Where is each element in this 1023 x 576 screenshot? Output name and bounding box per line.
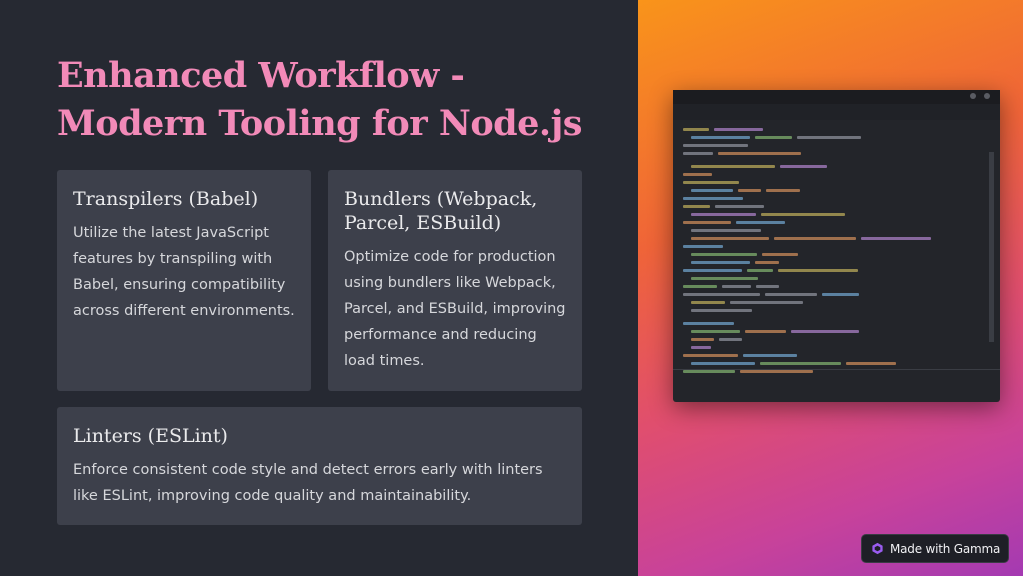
code-line — [683, 173, 712, 176]
code-line — [683, 293, 760, 296]
card-body: Utilize the latest JavaScript features b… — [73, 225, 295, 319]
code-line — [691, 189, 733, 192]
code-line — [756, 285, 779, 288]
code-line — [822, 293, 859, 296]
code-line — [738, 189, 761, 192]
code-line — [766, 189, 800, 192]
editor-divider — [673, 369, 1000, 370]
code-line — [755, 136, 792, 139]
code-line — [730, 301, 803, 304]
code-line — [691, 277, 758, 280]
code-line — [736, 221, 785, 224]
code-line — [683, 354, 738, 357]
code-line — [765, 293, 817, 296]
code-line — [755, 261, 779, 264]
card-linters: Linters (ESLint) Enforce consistent code… — [57, 407, 582, 525]
code-line — [797, 136, 861, 139]
card-heading: Bundlers (Webpack, Parcel, ESBuild) — [344, 188, 538, 234]
code-line — [691, 261, 750, 264]
code-line — [691, 237, 769, 240]
editor-scrollbar — [989, 152, 994, 342]
code-line — [743, 354, 797, 357]
code-line — [778, 269, 858, 272]
code-line — [740, 370, 813, 373]
made-with-gamma-badge[interactable]: Made with Gamma — [861, 534, 1009, 563]
code-line — [683, 285, 717, 288]
code-line — [691, 213, 756, 216]
code-line — [715, 205, 764, 208]
code-line — [780, 165, 827, 168]
code-line — [774, 237, 856, 240]
code-line — [761, 213, 845, 216]
code-line — [683, 128, 709, 131]
editor-tabs — [673, 104, 1000, 120]
code-line — [683, 245, 723, 248]
slide-title: Enhanced Workflow - Modern Tooling for N… — [57, 55, 582, 144]
card-body: Enforce consistent code style and detect… — [73, 462, 543, 504]
code-line — [691, 136, 750, 139]
slide: Enhanced Workflow - Modern Tooling for N… — [0, 0, 1023, 576]
editor-titlebar — [673, 90, 1000, 104]
code-line — [691, 229, 761, 232]
code-line — [747, 269, 773, 272]
code-line — [683, 181, 739, 184]
code-line — [691, 346, 711, 349]
content-panel: Enhanced Workflow - Modern Tooling for N… — [0, 0, 638, 576]
code-line — [683, 221, 731, 224]
code-line — [683, 322, 734, 325]
code-line — [762, 253, 798, 256]
code-line — [691, 301, 725, 304]
code-line — [846, 362, 896, 365]
card-transpilers: Transpilers (Babel) Utilize the latest J… — [57, 170, 311, 391]
badge-label: Made with Gamma — [890, 541, 1001, 556]
gamma-logo-icon — [872, 542, 883, 555]
code-line — [683, 197, 743, 200]
code-line — [683, 144, 748, 147]
code-line — [683, 205, 710, 208]
code-editor-image — [673, 90, 1000, 402]
code-line — [718, 152, 801, 155]
code-line — [722, 285, 751, 288]
code-line — [760, 362, 841, 365]
card-body: Optimize code for production using bundl… — [344, 249, 566, 369]
illustration-panel — [638, 0, 1023, 576]
code-line — [691, 309, 752, 312]
code-line — [683, 370, 735, 373]
maximize-icon — [984, 93, 990, 99]
code-line — [683, 152, 713, 155]
minimize-icon — [970, 93, 976, 99]
code-line — [791, 330, 859, 333]
code-line — [691, 362, 755, 365]
card-bundlers: Bundlers (Webpack, Parcel, ESBuild) Opti… — [328, 170, 582, 391]
code-line — [691, 338, 714, 341]
card-heading: Transpilers (Babel) — [73, 188, 259, 210]
code-line — [719, 338, 742, 341]
code-line — [861, 237, 931, 240]
code-line — [683, 269, 742, 272]
card-heading: Linters (ESLint) — [73, 425, 228, 447]
code-line — [745, 330, 786, 333]
code-line — [714, 128, 763, 131]
code-line — [691, 253, 757, 256]
code-line — [691, 165, 775, 168]
code-line — [691, 330, 740, 333]
